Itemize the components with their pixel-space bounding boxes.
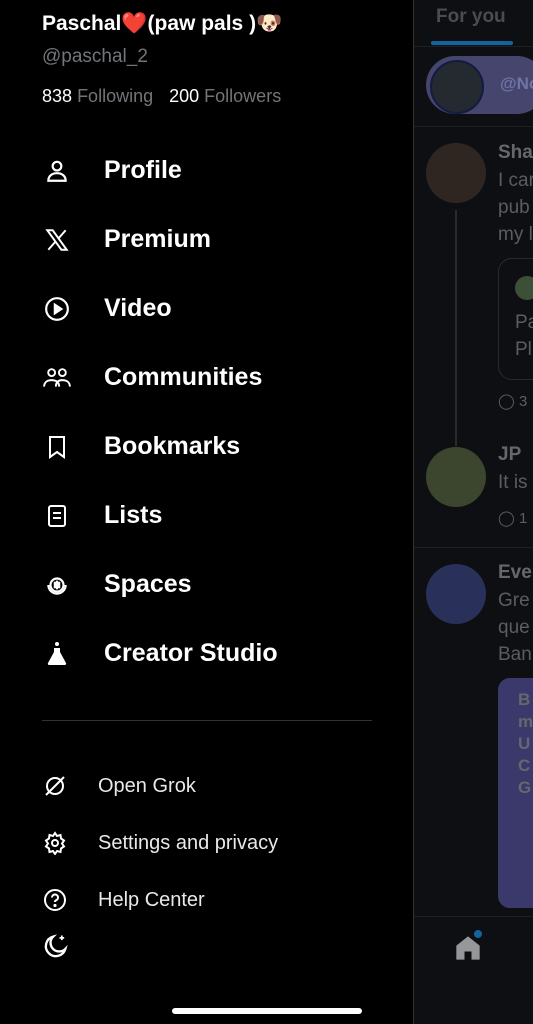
menu-divider	[42, 720, 372, 721]
play-circle-icon	[42, 294, 72, 324]
followers-link[interactable]: 200 Followers	[169, 86, 281, 106]
menu-item-communities[interactable]: Communities	[0, 343, 413, 412]
menu-item-label: Bookmarks	[104, 432, 241, 460]
menu-item-label: Creator Studio	[104, 639, 278, 667]
menu-item-label: Settings and privacy	[98, 831, 279, 854]
menu-item-spaces[interactable]: Spaces	[0, 550, 413, 619]
main-menu: Profile Premium Video Communities Bookma…	[0, 136, 413, 688]
timeline-background: For you @No Sha I car pub my l Pa Pl ◯ 3…	[413, 0, 533, 1024]
bookmark-icon	[42, 432, 72, 462]
menu-item-open-grok[interactable]: Open Grok	[0, 766, 413, 806]
menu-item-label: Profile	[104, 156, 182, 184]
menu-item-video[interactable]: Video	[0, 274, 413, 343]
drawer-overlay[interactable]	[414, 0, 533, 1024]
menu-item-creator-studio[interactable]: Creator Studio	[0, 619, 413, 688]
grok-icon	[42, 773, 68, 799]
heart-emoji: ❤️	[121, 12, 148, 35]
side-drawer: Paschal❤️(paw pals )🐶 @paschal_2 838 Fol…	[0, 0, 413, 1024]
menu-item-label: Lists	[104, 501, 163, 529]
menu-item-premium[interactable]: Premium	[0, 205, 413, 274]
menu-item-label: Premium	[104, 225, 211, 253]
menu-item-settings[interactable]: Settings and privacy	[0, 823, 413, 863]
flask-icon	[42, 639, 72, 669]
menu-item-label: Spaces	[104, 570, 192, 598]
menu-item-label: Open Grok	[98, 774, 196, 797]
following-link[interactable]: 838 Following	[42, 86, 153, 106]
menu-item-label: Video	[104, 294, 172, 322]
menu-item-profile[interactable]: Profile	[0, 136, 413, 205]
gear-icon	[42, 830, 68, 856]
list-icon	[42, 501, 72, 531]
menu-item-bookmarks[interactable]: Bookmarks	[0, 412, 413, 481]
profile-name[interactable]: Paschal❤️(paw pals )🐶	[42, 12, 282, 36]
menu-item-help-center[interactable]: Help Center	[0, 880, 413, 920]
follow-stats: 838 Following 200 Followers	[42, 86, 281, 107]
menu-item-label: Help Center	[98, 888, 205, 911]
help-icon	[42, 887, 68, 913]
x-logo-icon	[42, 225, 72, 255]
people-icon	[42, 363, 72, 393]
spaces-mic-icon	[42, 570, 72, 600]
menu-item-label: Communities	[104, 363, 263, 391]
dog-emoji: 🐶	[256, 12, 283, 35]
menu-item-lists[interactable]: Lists	[0, 481, 413, 550]
home-indicator[interactable]	[172, 1008, 362, 1014]
profile-handle: @paschal_2	[42, 46, 148, 67]
person-icon	[42, 156, 72, 186]
moon-icon[interactable]	[42, 932, 70, 960]
